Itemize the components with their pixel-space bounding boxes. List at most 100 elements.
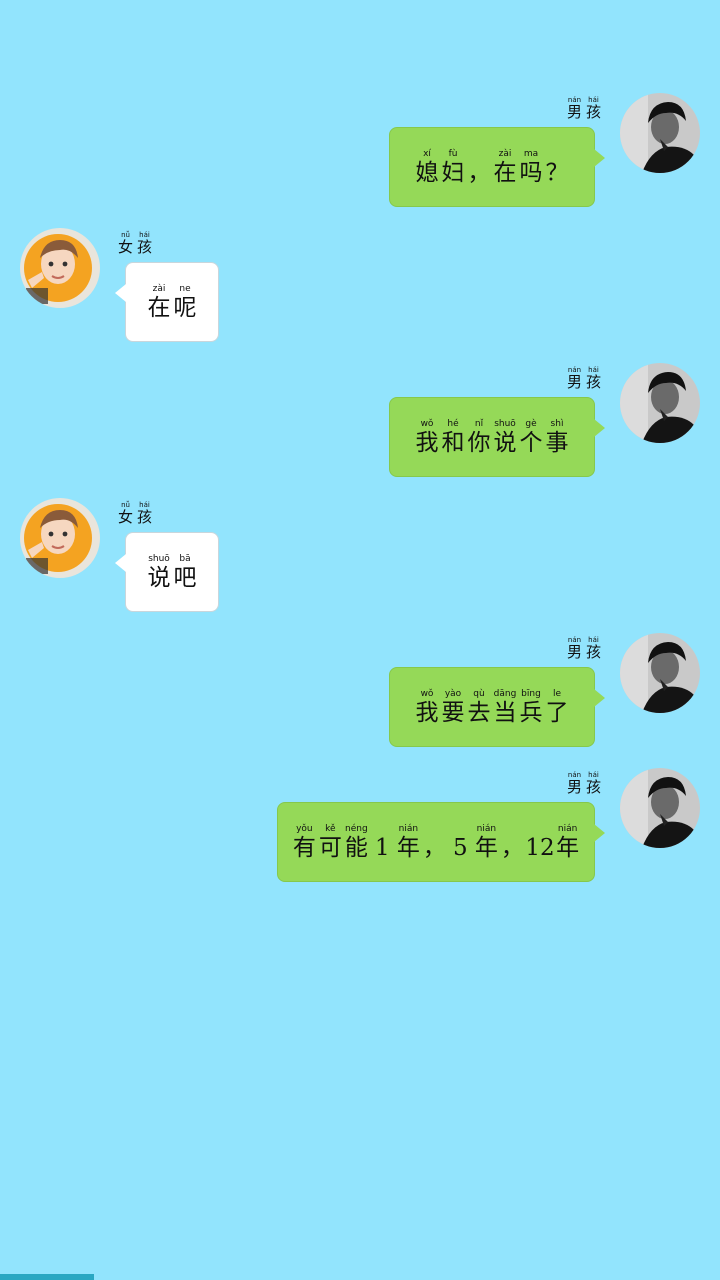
pinyin-text: shì [550,418,564,429]
pinyin-text: gè [525,418,537,429]
character-text: 吗 [519,159,543,186]
pinyin-text: dāng [493,688,517,699]
message-text: wǒ 我 hé 和 nǐ 你 shuō 说 gè 个 shì 事 [414,419,570,456]
ruby-char: hái 孩 [136,501,153,526]
character-text: 年 [396,834,420,861]
sender-name-girl: nǚ 女 hái 孩 [117,231,153,256]
pinyin-text: ne [179,283,191,294]
pinyin-text: ma [523,148,539,159]
bubble-tail [594,824,605,842]
ruby-char: ？ [544,149,570,186]
character-text: 你 [467,429,491,456]
character-text: 孩 [585,778,601,796]
ruby-char: gè 个 [518,419,544,456]
ruby-char: néng 能 [343,824,369,861]
ruby-char: hái 孩 [136,231,153,256]
character-text: 女 [117,238,133,256]
ruby-char: xí 媳 [414,149,440,186]
ruby-char: kě 可 [317,824,343,861]
boy-avatar[interactable] [620,93,700,173]
ruby-char: nǚ 女 [117,501,134,526]
message-text: shuō 说 bā 吧 [146,554,198,591]
character-text: 说 [147,564,171,591]
ruby-char: wǒ 我 [414,419,440,456]
pinyin-text: bīng [521,688,541,699]
character-text: 媳 [415,159,439,186]
ruby-char: hái 孩 [585,366,602,391]
message-bubble[interactable]: zài 在 ne 呢 [125,262,219,342]
character-text: 说 [493,429,517,456]
boy-avatar[interactable] [620,633,700,713]
pinyin-text: wǒ [420,688,434,699]
ruby-char: shì 事 [544,419,570,456]
character-text: 呢 [173,294,197,321]
pinyin-text: xí [423,148,431,159]
character-text: 男 [566,778,582,796]
ruby-char: ， [421,824,447,861]
character-text: 12 [525,834,555,861]
pinyin-text: fù [448,148,458,159]
character-text: 可 [318,834,342,861]
ruby-char: hái 孩 [585,636,602,661]
bubble-tail [594,419,605,437]
message-bubble[interactable]: shuō 说 bā 吧 [125,532,219,612]
ruby-char: hé 和 [440,419,466,456]
pinyin-text: qù [473,688,485,699]
boy-avatar[interactable] [620,768,700,848]
ruby-char: hái 孩 [585,771,602,796]
pinyin-text: zài [152,283,166,294]
character-text: 孩 [585,373,601,391]
character-text: 孩 [585,103,601,121]
ruby-char: wǒ 我 [414,689,440,726]
ruby-char: 5 [447,824,473,861]
pinyin-text: shuō [494,418,516,429]
character-text: 去 [467,699,491,726]
message-text: zài 在 ne 呢 [146,284,198,321]
ruby-char: nán 男 [566,771,583,796]
pinyin-text: yǒu [296,823,313,834]
ruby-char: 12 [525,824,554,861]
message-bubble[interactable]: wǒ 我 hé 和 nǐ 你 shuō 说 gè 个 shì 事 [389,397,595,477]
girl-avatar[interactable] [20,228,100,308]
ruby-char: nán 男 [566,96,583,121]
ruby-char: shuō 说 [146,554,172,591]
ruby-char: bā 吧 [172,554,198,591]
character-text: 5 [453,834,468,861]
ruby-char: yào 要 [440,689,466,726]
message-bubble[interactable]: wǒ 我 yào 要 qù 去 dāng 当 bīng 兵 le 了 [389,667,595,747]
pinyin-text: shuō [148,553,170,564]
ruby-char: nán 男 [566,366,583,391]
character-text: 兵 [519,699,543,726]
ruby-char: ， [466,149,492,186]
ruby-char: nán 男 [566,636,583,661]
sender-name-girl: nǚ 女 hái 孩 [117,501,153,526]
character-text: 吧 [173,564,197,591]
ruby-char: ne 呢 [172,284,198,321]
sender-name-boy: nán 男 hái 孩 [566,96,602,121]
character-text: 个 [519,429,543,456]
girl-avatar[interactable] [20,498,100,578]
ruby-char: le 了 [544,689,570,726]
ruby-char: zài 在 [146,284,172,321]
message-bubble[interactable]: yǒu 有 kě 可 néng 能 1 nián 年， 5 nián 年， 12 nián 年 [277,802,595,882]
character-text: 要 [441,699,465,726]
character-text: 在 [147,294,171,321]
character-text: 能 [344,834,368,861]
ruby-char: nián 年 [555,824,581,861]
message-text: xí 媳 fù 妇， zài 在 ma 吗？ [414,149,570,186]
message-bubble[interactable]: xí 媳 fù 妇， zài 在 ma 吗？ [389,127,595,207]
message-text: yǒu 有 kě 可 néng 能 1 nián 年， 5 nián 年， 12 nián 年 [291,824,580,861]
ruby-char: ma 吗 [518,149,544,186]
boy-avatar[interactable] [620,363,700,443]
character-text: ？ [545,159,569,186]
character-text: ， [500,834,524,861]
ruby-char: bīng 兵 [518,689,544,726]
pinyin-text: wǒ [420,418,434,429]
message-text: wǒ 我 yào 要 qù 去 dāng 当 bīng 兵 le 了 [414,689,570,726]
character-text: 年 [474,834,498,861]
ruby-char: qù 去 [466,689,492,726]
pinyin-text: kě [325,823,336,834]
character-text: ， [422,834,446,861]
progress-bar [0,1274,94,1280]
sender-name-boy: nán 男 hái 孩 [566,366,602,391]
